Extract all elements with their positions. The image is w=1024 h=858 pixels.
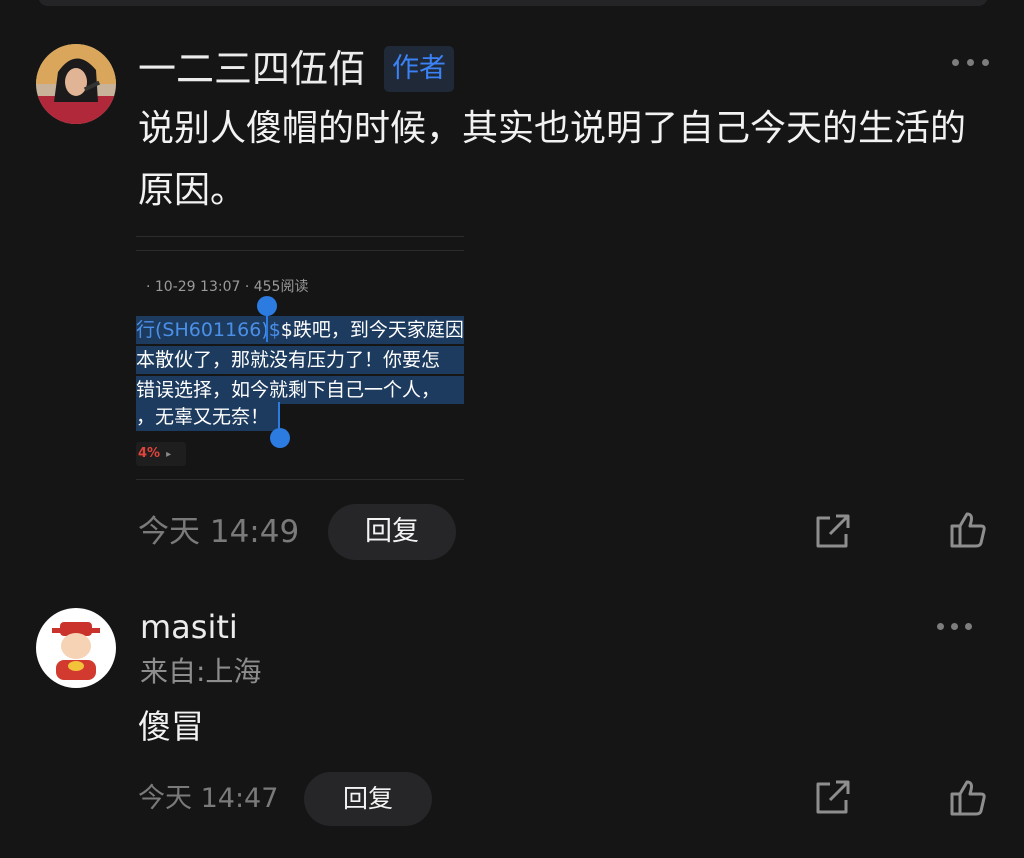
quote-line: 行(SH601166)$$跌吧，到今天家庭因为	[136, 316, 464, 344]
more-icon[interactable]	[937, 619, 977, 633]
quote-line: ，无辜又无奈！	[136, 403, 278, 431]
more-icon[interactable]	[952, 55, 992, 69]
timestamp: 今天 14:49	[138, 514, 300, 550]
timestamp: 今天 14:47	[138, 783, 279, 814]
reply-button[interactable]: 回复	[328, 504, 456, 560]
selection-handle-end[interactable]	[270, 428, 290, 448]
like-icon[interactable]	[948, 510, 988, 550]
share-icon[interactable]	[812, 778, 852, 818]
stock-link: 行(SH601166)$	[136, 319, 281, 341]
quote-meta: · 10-29 13:07 · 455阅读	[146, 279, 309, 295]
reply-button[interactable]: 回复	[304, 772, 432, 826]
top-bar-edge	[38, 0, 988, 6]
location: 来自:上海	[140, 655, 262, 688]
username[interactable]: 一二三四伍佰	[138, 46, 366, 92]
comment-text: 傻冒	[138, 707, 204, 746]
quote-line: 错误选择，如今就剩下自己一个人，	[136, 376, 464, 404]
avatar[interactable]	[36, 44, 116, 124]
like-icon[interactable]	[948, 778, 988, 818]
username[interactable]: masiti	[140, 606, 238, 648]
quote-line: 本散伙了，那就没有压力了！你要怎	[136, 346, 464, 374]
author-badge: 作者	[384, 46, 454, 92]
percent-tag: 4% ▸	[136, 442, 186, 466]
share-icon[interactable]	[812, 512, 852, 552]
comment-text: 说别人傻帽的时候，其实也说明了自己今天的生活的原因。	[138, 108, 967, 211]
avatar[interactable]	[36, 608, 116, 688]
selection-handle-start[interactable]	[257, 296, 277, 316]
